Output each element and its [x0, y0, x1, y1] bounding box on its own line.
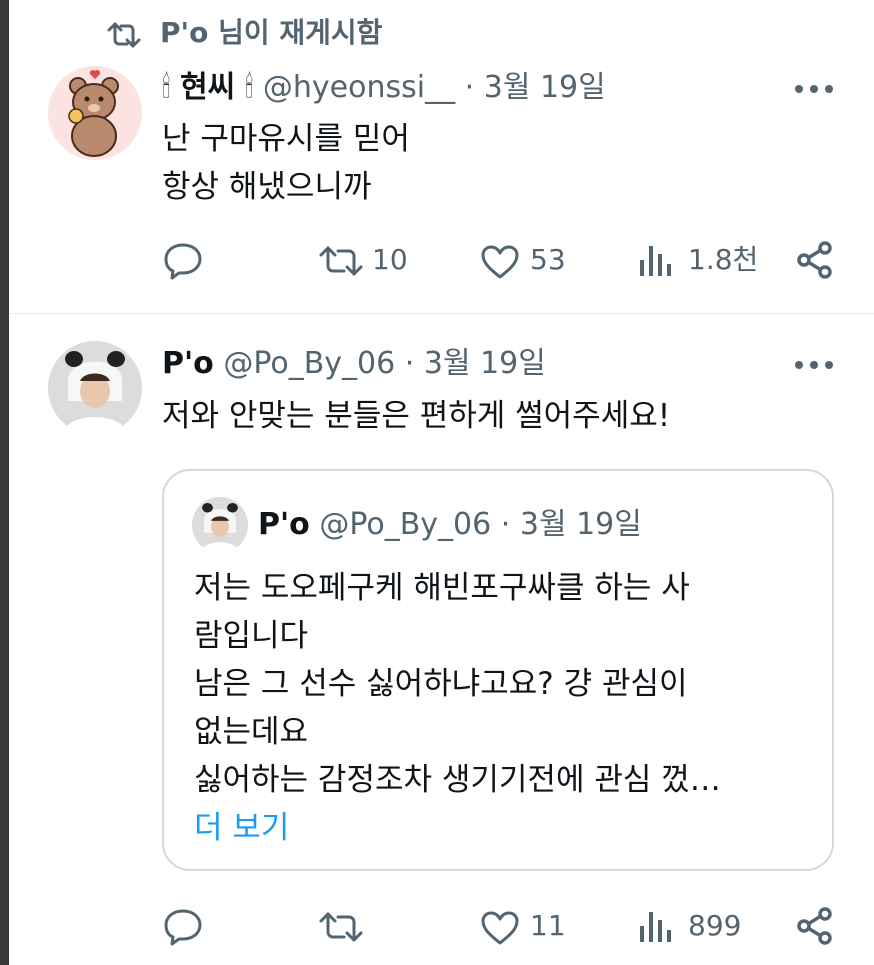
handle[interactable]: @hyeonssi__	[263, 70, 455, 105]
display-name[interactable]: P'o	[162, 346, 214, 381]
views-chart-icon[interactable]	[638, 242, 676, 278]
repost-icon	[106, 20, 142, 50]
left-edge-bar	[0, 0, 9, 965]
avatar[interactable]	[48, 66, 142, 160]
more-options-icon[interactable]	[794, 360, 834, 370]
quoted-line-4: 없는데요	[194, 714, 309, 750]
repost-count: 10	[372, 243, 408, 276]
timestamp[interactable]: 3월 19일	[484, 70, 606, 105]
tweet1-line-2: 항상 해냈으니까	[162, 169, 372, 205]
more-options-icon[interactable]	[794, 84, 834, 94]
views-count: 899	[688, 909, 742, 942]
tweet1-line-1: 난 구마유시를 믿어	[162, 121, 410, 157]
quoted-avatar	[192, 497, 248, 553]
quoted-line-3: 남은 그 선수 싫어하냐고요? 걍 관심이	[194, 666, 688, 702]
quoted-tweet-card[interactable]: P'o @Po_By_06 · 3월 19일 저는 도오페구케 해빈포구싸클 하…	[162, 469, 834, 871]
separator-dot: ·	[500, 507, 511, 542]
bear-avatar-icon	[48, 66, 142, 160]
like-heart-icon[interactable]	[480, 244, 520, 280]
like-heart-icon[interactable]	[480, 910, 520, 946]
reply-icon[interactable]	[163, 242, 203, 280]
quoted-display-name: P'o	[258, 507, 310, 542]
quoted-line-1: 저는 도오페구케 해빈포구싸클 하는 사	[194, 570, 690, 606]
quoted-line-2: 람입니다	[194, 618, 309, 654]
avatar[interactable]	[48, 341, 142, 435]
tweet1-header: 🕯 현씨 🕯 @hyeonssi__ · 3월 19일	[162, 68, 606, 108]
display-name[interactable]: 현씨	[180, 70, 235, 105]
person-panda-hat-avatar-icon	[48, 341, 142, 435]
views-chart-icon[interactable]	[638, 908, 676, 944]
handle[interactable]: @Po_By_06	[223, 346, 395, 381]
repost-banner-text[interactable]: P'o 님이 재게시함	[160, 14, 382, 52]
tweet-divider	[9, 313, 874, 314]
candle-emoji-left: 🕯	[162, 70, 171, 105]
separator-dot: ·	[464, 70, 475, 105]
like-count: 11	[530, 909, 566, 942]
reply-icon[interactable]	[163, 908, 203, 946]
like-count: 53	[530, 243, 566, 276]
show-more-link[interactable]: 더 보기	[194, 804, 721, 852]
views-count: 1.8천	[688, 243, 759, 276]
tweet1-text: 난 구마유시를 믿어 항상 해냈으니까	[162, 115, 410, 211]
quoted-header: P'o @Po_By_06 · 3월 19일	[258, 505, 642, 545]
quoted-line-5: 싫어하는 감정조차 생기기전에 관심 껐…	[194, 762, 721, 798]
candle-emoji-right: 🕯	[244, 70, 254, 105]
repost-icon[interactable]	[318, 910, 364, 944]
share-icon[interactable]	[796, 906, 834, 946]
timestamp[interactable]: 3월 19일	[424, 346, 546, 381]
quoted-timestamp: 3월 19일	[519, 507, 642, 542]
person-panda-hat-avatar-icon	[192, 497, 248, 553]
quoted-handle: @Po_By_06	[319, 507, 492, 542]
separator-dot: ·	[404, 346, 415, 381]
tweet2-text: 저와 안맞는 분들은 편하게 썰어주세요!	[162, 398, 671, 434]
tweet2-header: P'o @Po_By_06 · 3월 19일	[162, 344, 546, 384]
quoted-text: 저는 도오페구케 해빈포구싸클 하는 사 람입니다 남은 그 선수 싫어하냐고요…	[194, 564, 721, 852]
share-icon[interactable]	[796, 240, 834, 280]
repost-icon[interactable]	[318, 244, 364, 278]
